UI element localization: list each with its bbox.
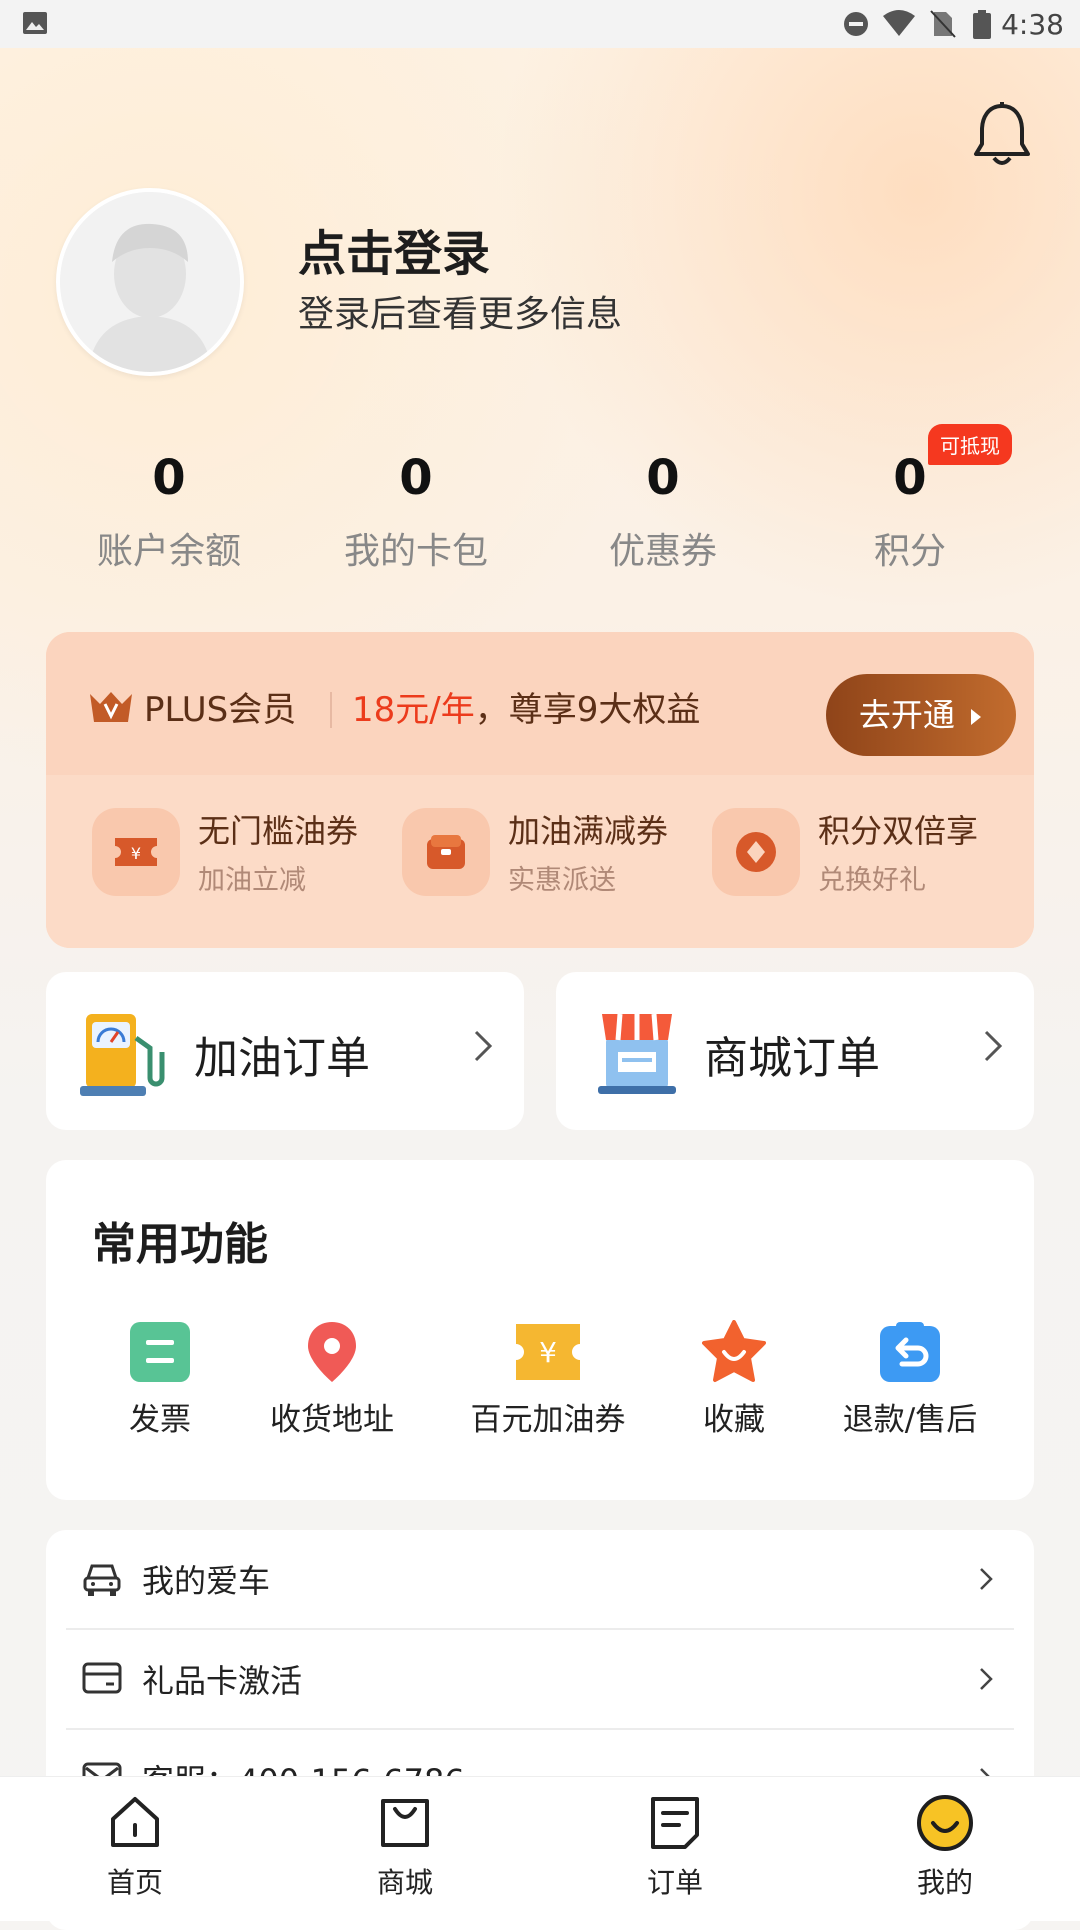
home-icon — [111, 1797, 159, 1847]
battery-icon — [973, 10, 991, 39]
tab-mall[interactable]: 商城 — [335, 1795, 475, 1901]
status-bar: 4:38 — [0, 0, 1080, 48]
common-functions-title: 常用功能 — [92, 1219, 268, 1270]
svg-text:¥: ¥ — [131, 844, 141, 863]
svg-text:¥: ¥ — [539, 1336, 557, 1369]
benefit-title: 积分双倍享 — [818, 812, 979, 850]
tab-label: 商城 — [376, 1866, 433, 1899]
function-label: 退款/售后 — [842, 1402, 978, 1438]
benefit-subtitle: 兑换好礼 — [818, 865, 926, 896]
wallet-icon — [427, 834, 465, 869]
chevron-right-icon — [980, 1668, 993, 1690]
benefit-double-points[interactable]: 积分双倍享 兑换好礼 — [712, 806, 978, 897]
stat-label: 优惠券 — [608, 531, 717, 572]
plus-brand-label: PLUS会员 — [144, 690, 297, 730]
wifi-icon — [883, 10, 915, 36]
function-fuel-voucher[interactable]: ¥ 百元加油券 — [448, 1320, 648, 1439]
smiley-face-icon — [917, 1795, 973, 1851]
play-arrow-icon — [971, 709, 982, 725]
function-invoice[interactable]: 发票 — [60, 1320, 260, 1439]
status-time: 4:38 — [1001, 8, 1064, 41]
function-label: 收藏 — [703, 1402, 765, 1438]
fuel-orders-card[interactable]: 加油订单 — [46, 972, 524, 1130]
plus-price-line: 18元/年，尊享9大权益 — [352, 682, 700, 731]
points-coin-icon — [736, 831, 776, 872]
stat-label: 积分 — [873, 531, 946, 572]
benefit-icon-box — [712, 807, 800, 896]
list-item-label: 我的爱车 — [142, 1562, 271, 1600]
login-title[interactable]: 点击登录 — [298, 214, 490, 284]
tab-label: 我的 — [916, 1866, 973, 1899]
benefit-title: 无门槛油券 — [198, 812, 359, 850]
benefit-discount-coupon[interactable]: 加油满减券 实惠派送 — [402, 806, 668, 897]
function-label: 发票 — [129, 1402, 191, 1438]
plus-membership-card: PLUS会员 18元/年，尊享9大权益 去开通 ¥ 无门槛油券 加油立减 加油满… — [46, 632, 1034, 948]
benefit-icon-box: ¥ — [92, 807, 180, 896]
stat-label: 我的卡包 — [343, 531, 488, 572]
plus-price-suffix: ，尊享9大权益 — [474, 690, 701, 730]
list-item-label: 礼品卡激活 — [142, 1662, 303, 1700]
stat-coupons[interactable]: 0 优惠券 — [540, 450, 786, 574]
do-not-disturb-icon — [844, 12, 868, 36]
benefit-title: 加油满减券 — [508, 812, 669, 850]
bottom-tab-bar: 首页 商城 订单 我的 — [0, 1776, 1080, 1921]
stat-value: 0 — [399, 450, 433, 506]
fuel-orders-label: 加油订单 — [194, 1033, 370, 1084]
fuel-pump-icon — [80, 1014, 165, 1096]
function-favorites[interactable]: 收藏 — [634, 1320, 834, 1439]
chevron-right-icon — [474, 1030, 493, 1062]
car-icon — [83, 1564, 121, 1596]
benefit-subtitle: 加油立减 — [198, 865, 306, 896]
stat-card-wallet[interactable]: 0 我的卡包 — [293, 450, 539, 574]
function-label: 收货地址 — [270, 1402, 394, 1438]
default-avatar-icon — [60, 192, 240, 372]
list-item-gift-card[interactable]: 礼品卡激活 — [46, 1630, 1034, 1730]
mall-orders-label: 商城订单 — [704, 1033, 880, 1084]
refund-return-icon — [880, 1322, 940, 1382]
stat-points[interactable]: 0 积分 — [787, 450, 1033, 574]
tab-orders[interactable]: 订单 — [605, 1795, 745, 1901]
plus-brand: PLUS会员 — [88, 682, 296, 731]
tab-label: 订单 — [646, 1866, 703, 1899]
storefront-icon — [598, 1013, 676, 1094]
tab-home[interactable]: 首页 — [65, 1795, 205, 1901]
stat-label: 账户余额 — [96, 531, 241, 572]
bell-icon[interactable] — [970, 100, 1034, 170]
invoice-icon — [130, 1322, 190, 1382]
tab-mine[interactable]: 我的 — [875, 1795, 1015, 1901]
mall-orders-card[interactable]: 商城订单 — [556, 972, 1034, 1130]
stat-balance[interactable]: 0 账户余额 — [46, 450, 292, 574]
location-pin-icon — [308, 1322, 356, 1382]
benefit-no-threshold-coupon[interactable]: ¥ 无门槛油券 加油立减 — [92, 806, 358, 897]
avatar[interactable] — [56, 188, 244, 376]
points-cashable-badge: 可抵现 — [928, 424, 1012, 465]
card-icon — [82, 1662, 122, 1694]
list-item-my-car[interactable]: 我的爱车 — [46, 1530, 1034, 1630]
benefit-subtitle: 实惠派送 — [508, 865, 616, 896]
open-plus-label: 去开通 — [858, 696, 955, 734]
crown-icon — [90, 691, 132, 722]
common-functions-card: 常用功能 发票 收货地址 ¥ 百元加油券 收藏 退款/售后 — [46, 1160, 1034, 1500]
stat-value: 0 — [152, 450, 186, 506]
chevron-right-icon — [980, 1568, 993, 1590]
stat-value: 0 — [646, 450, 680, 506]
chevron-right-icon — [984, 1030, 1003, 1062]
function-shipping-address[interactable]: 收货地址 — [232, 1320, 432, 1439]
voucher-icon: ¥ — [516, 1324, 580, 1380]
plus-price: 18元/年 — [352, 690, 475, 730]
open-plus-button[interactable]: 去开通 — [826, 674, 1016, 756]
benefit-icon-box — [402, 807, 490, 896]
favorite-star-icon — [702, 1320, 766, 1382]
function-refund-aftersales[interactable]: 退款/售后 — [810, 1320, 1010, 1439]
order-list-icon — [651, 1797, 699, 1849]
ticket-icon: ¥ — [115, 837, 157, 866]
login-subtitle: 登录后查看更多信息 — [298, 294, 623, 335]
shopping-bag-icon — [381, 1799, 429, 1847]
no-sim-icon — [930, 10, 956, 38]
function-label: 百元加油券 — [470, 1402, 626, 1438]
tab-label: 首页 — [106, 1866, 163, 1899]
plus-divider — [330, 692, 332, 728]
gallery-notification-icon — [23, 12, 47, 34]
